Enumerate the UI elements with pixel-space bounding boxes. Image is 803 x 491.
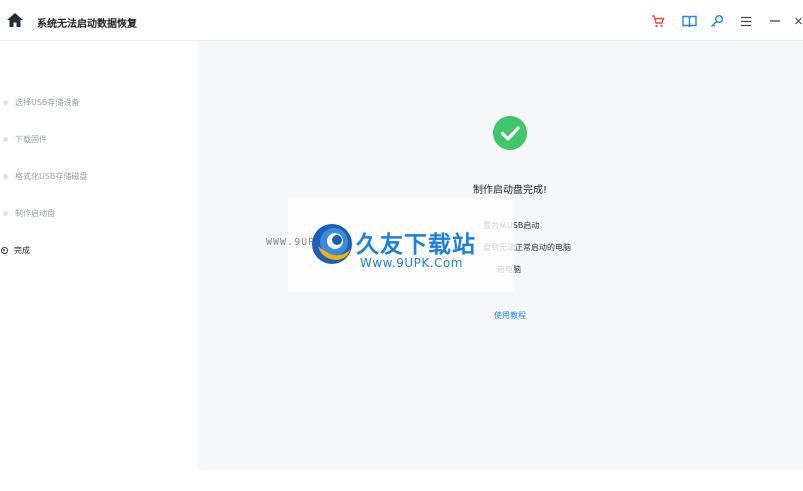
step-label: 格式化USB存储磁盘: [15, 171, 88, 181]
step-dot: [3, 99, 8, 105]
step-label: 下载固件: [15, 134, 47, 144]
steps-sidebar: 选择USB存储设备 下载固件 格式化USB存储磁盘 制作启动盘 完成: [0, 41, 198, 491]
home-icon[interactable]: [7, 13, 23, 27]
book-icon[interactable]: [681, 13, 697, 29]
step-complete: 完成: [0, 243, 30, 257]
step-select-usb: 选择USB存储设备: [0, 95, 79, 109]
step-label: 制作启动盘: [15, 208, 55, 218]
watermark-url: Www.9UPK.Com: [360, 256, 463, 270]
minimize-icon[interactable]: [767, 13, 783, 29]
step-label: 选择USB存储设备: [15, 97, 80, 107]
watermark-logo-icon: [312, 224, 352, 264]
close-icon[interactable]: [794, 13, 803, 29]
app-title: 系统无法启动数据恢复: [37, 19, 137, 30]
bottom-strip: [0, 470, 803, 491]
watermark-brand: 久友下载站: [356, 232, 476, 258]
key-icon[interactable]: [709, 13, 725, 29]
tutorial-link[interactable]: 使用教程: [470, 310, 550, 321]
step-dot: [3, 136, 8, 142]
completion-title: 制作启动盘完成!: [472, 185, 547, 196]
step-create-boot-disk: 制作启动盘: [0, 206, 55, 220]
step-dot-active: [1, 246, 8, 254]
title-bar: 系统无法启动数据恢复: [0, 0, 803, 41]
watermark: WWW.9UPK.COM 久友下载站 Www.9UPK.Com: [266, 198, 514, 292]
success-check-icon: [493, 116, 527, 150]
step-dot: [3, 210, 8, 216]
step-download-firmware: 下载固件: [0, 132, 47, 146]
step-dot: [3, 173, 8, 179]
step-label: 完成: [14, 245, 30, 255]
cart-icon[interactable]: [650, 13, 666, 29]
step-format-usb: 格式化USB存储磁盘: [0, 169, 87, 183]
menu-icon[interactable]: [738, 13, 754, 29]
